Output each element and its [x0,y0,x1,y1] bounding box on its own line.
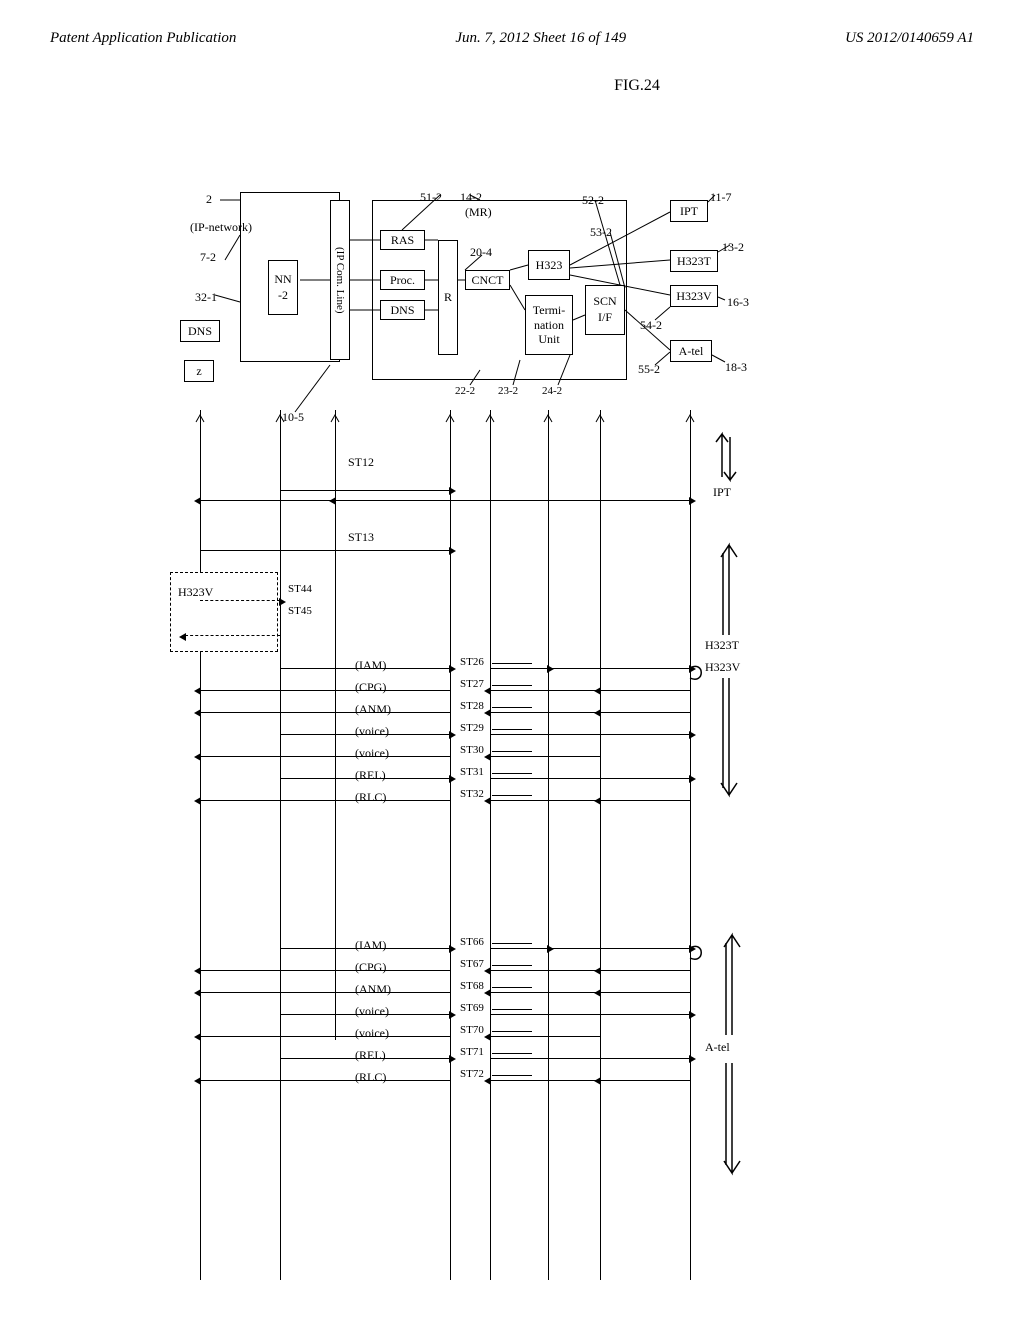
page-header: Patent Application Publication Jun. 7, 2… [50,30,974,47]
connector-lines [170,190,750,1280]
header-right: US 2012/0140659 A1 [845,30,974,47]
header-mid: Jun. 7, 2012 Sheet 16 of 149 [455,30,626,47]
figure-label: FIG.24 [300,77,974,95]
header-left: Patent Application Publication [50,30,236,47]
sequence-diagram: (IP-network) 7-2 2 (IP Com. Line) (MR) R… [170,190,750,1280]
